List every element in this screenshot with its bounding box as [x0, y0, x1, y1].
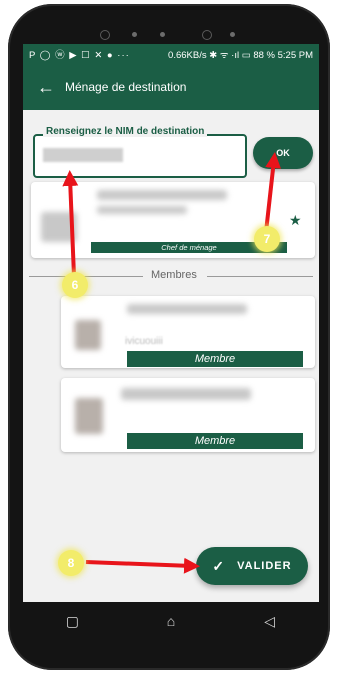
members-divider-label: Membres	[147, 269, 201, 281]
speaker-dot-icon	[160, 32, 165, 37]
recent-apps-icon[interactable]: ▢	[57, 613, 87, 630]
blurred-details	[97, 206, 187, 214]
android-nav-bar: ▢ ⌂ ◁	[23, 602, 319, 640]
sensor-dot-icon	[230, 32, 235, 37]
app-screen: P ◯ ⓦ ▶ ☐ ✕ ● ··· 0.66KB/s ✱ ᯤ ·ıl ▭ 88 …	[23, 44, 319, 602]
sensor-dot-icon	[132, 32, 137, 37]
camera-ring-icon	[202, 30, 212, 40]
app-bar: ← Ménage de destination	[23, 64, 319, 110]
page-title: Ménage de destination	[65, 80, 187, 94]
home-icon[interactable]: ⌂	[156, 613, 186, 629]
avatar	[41, 212, 77, 242]
arrow-left-icon[interactable]: ←	[37, 78, 55, 96]
member-badge: Membre	[127, 351, 303, 367]
validate-button-label: VALIDER	[237, 560, 292, 572]
divider-left	[29, 276, 143, 277]
nim-field-label: Renseignez le NIM de destination	[43, 126, 208, 137]
callout-marker-6: 6	[62, 272, 88, 298]
member-badge: Membre	[127, 433, 303, 449]
status-bar: P ◯ ⓦ ▶ ☐ ✕ ● ··· 0.66KB/s ✱ ᯤ ·ıl ▭ 88 …	[23, 44, 319, 64]
callout-marker-7: 7	[254, 226, 280, 252]
back-triangle-icon[interactable]: ◁	[255, 613, 285, 630]
member-partial-name: ivicuouiii	[125, 336, 163, 347]
divider-right	[207, 276, 313, 277]
blurred-name	[97, 190, 227, 200]
star-icon: ★	[289, 212, 302, 228]
ok-button[interactable]: OK	[253, 137, 313, 169]
nim-blurred-value	[43, 148, 123, 162]
blurred-name	[127, 304, 247, 314]
status-right: 0.66KB/s ✱ ᯤ ·ıl ▭ 88 % 5:25 PM	[168, 49, 313, 61]
notification-icons: P ◯ ⓦ ▶ ☐ ✕ ● ···	[29, 50, 130, 61]
validate-button[interactable]: ✓ VALIDER	[196, 547, 308, 585]
callout-marker-8: 8	[58, 550, 84, 576]
sensor-ring-icon	[100, 30, 110, 40]
blurred-name	[121, 388, 251, 400]
check-icon: ✓	[212, 557, 226, 574]
avatar	[75, 398, 103, 434]
avatar	[75, 320, 101, 350]
